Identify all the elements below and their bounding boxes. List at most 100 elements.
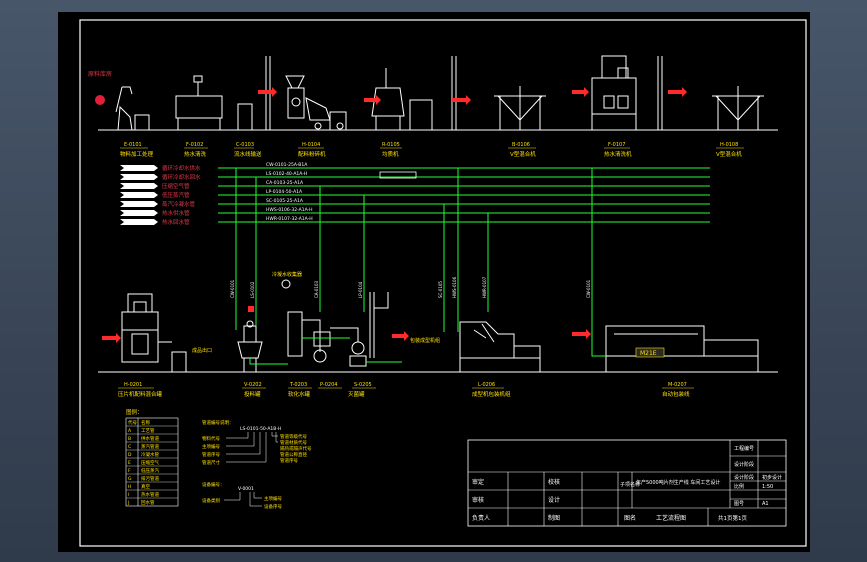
- svg-text:成型机包装机组: 成型机包装机组: [472, 390, 511, 398]
- equipment-number-note: 设备编号： V-0001 设备类别 主项编号 设备序号: [202, 481, 282, 510]
- svg-text:校核: 校核: [548, 478, 560, 486]
- svg-text:热水管道: 热水管道: [141, 491, 159, 498]
- svg-text:审定: 审定: [472, 478, 484, 486]
- svg-text:循环冷却水供水: 循环冷却水供水: [162, 164, 201, 172]
- svg-text:均质机: 均质机: [382, 150, 399, 158]
- svg-text:LP-0104: LP-0104: [358, 281, 363, 298]
- svg-text:共1页第1页: 共1页第1页: [718, 514, 747, 522]
- legend-title: 图例：: [126, 408, 143, 416]
- svg-text:F-0107: F-0107: [608, 142, 625, 148]
- svg-text:流水线输送: 流水线输送: [234, 150, 262, 158]
- svg-text:自动包装线: 自动包装线: [662, 390, 690, 398]
- svg-text:CW-0101: CW-0101: [586, 279, 591, 298]
- svg-text:压缩空气管: 压缩空气管: [162, 182, 190, 190]
- water-tank: [287, 311, 303, 357]
- svg-text:H-0104: H-0104: [302, 142, 320, 148]
- svg-text:B: B: [128, 436, 131, 442]
- svg-text:CW-0101-25A-B1A: CW-0101-25A-B1A: [266, 162, 308, 168]
- drawing-border: [79, 19, 807, 547]
- svg-text:CW-0101: CW-0101: [230, 279, 235, 298]
- svg-text:H: H: [128, 484, 131, 490]
- dosing-tank: [243, 325, 257, 343]
- svg-text:图号: 图号: [734, 501, 744, 507]
- svg-text:B-0106: B-0106: [512, 142, 530, 148]
- svg-text:主项编号: 主项编号: [202, 443, 220, 450]
- svg-text:低压蒸汽: 低压蒸汽: [141, 467, 159, 474]
- svg-text:软化水罐: 软化水罐: [288, 390, 311, 398]
- svg-text:年产5000吨片剂生产线 车间工艺设计: 年产5000吨片剂生产线 车间工艺设计: [636, 479, 720, 486]
- svg-text:HWS-0106: HWS-0106: [452, 276, 457, 298]
- warehouse-label: 原料库房: [88, 70, 112, 78]
- svg-text:管道材质代号: 管道材质代号: [280, 439, 307, 446]
- svg-text:C-0103: C-0103: [236, 142, 254, 148]
- pressure-gauge: [281, 279, 291, 289]
- svg-text:热水清洗: 热水清洗: [184, 150, 207, 158]
- packing-label: 包装成型机组: [410, 337, 440, 344]
- svg-text:LP-0104-50-A1A: LP-0104-50-A1A: [266, 189, 303, 195]
- svg-text:H-0201: H-0201: [124, 382, 142, 388]
- unloading-hopper: [115, 86, 133, 113]
- svg-text:管道等级代号: 管道等级代号: [280, 433, 307, 440]
- crusher-hopper: [285, 75, 305, 89]
- bottom-flow-arrows: [102, 329, 591, 343]
- svg-text:工艺流程图: 工艺流程图: [656, 514, 686, 522]
- svg-text:蒸汽管道: 蒸汽管道: [141, 443, 159, 450]
- svg-text:G: G: [128, 476, 132, 482]
- svg-text:管道序号: 管道序号: [202, 451, 220, 458]
- svg-text:审核: 审核: [472, 496, 484, 504]
- machine-badge: M21E: [640, 350, 657, 357]
- svg-text:热水清洗机: 热水清洗机: [604, 150, 632, 158]
- svg-text:设计阶段: 设计阶段: [734, 461, 754, 468]
- svg-text:配料粉碎机: 配料粉碎机: [298, 150, 326, 158]
- svg-text:L-0206: L-0206: [478, 382, 495, 388]
- svg-text:E-0101: E-0101: [124, 142, 142, 148]
- svg-text:J: J: [127, 500, 129, 506]
- svg-text:F: F: [128, 468, 131, 474]
- svg-text:比例: 比例: [734, 483, 744, 490]
- pipe-number-note: 管道编号说明： LS-0101-50-A1B-H 物料代号 主项编号 管道序号 …: [202, 419, 312, 466]
- cad-viewport[interactable]: 原料库房 E-0101 F-0102 C-0103 H-0104 R-0105 …: [0, 0, 867, 562]
- svg-text:图名: 图名: [624, 514, 636, 522]
- svg-text:代号: 代号: [128, 419, 137, 426]
- svg-text:1:50: 1:50: [762, 484, 773, 490]
- svg-text:P-0204: P-0204: [320, 382, 337, 388]
- svg-text:投料罐: 投料罐: [244, 390, 261, 398]
- svg-text:V型混合机: V型混合机: [716, 150, 742, 158]
- bottom-codes: H-0201 V-0202 T-0203 P-0204 S-0205 L-020…: [124, 382, 687, 388]
- svg-text:D: D: [128, 452, 132, 458]
- svg-text:LS-0102-40-A1A-H: LS-0102-40-A1A-H: [266, 171, 307, 177]
- drawing-sheet: 原料库房 E-0101 F-0102 C-0103 H-0104 R-0105 …: [58, 12, 810, 552]
- svg-text:SC-0105-25-A1A: SC-0105-25-A1A: [266, 198, 304, 204]
- svg-text:灭菌罐: 灭菌罐: [348, 390, 365, 398]
- svg-text:LS-0101-50-A1B-H: LS-0101-50-A1B-H: [240, 426, 281, 432]
- svg-text:SC-0105: SC-0105: [438, 281, 443, 298]
- packing-machine: [459, 321, 515, 359]
- svg-text:HWR-0107: HWR-0107: [482, 276, 487, 298]
- svg-text:HWR-0107-32-A1A-H: HWR-0107-32-A1A-H: [266, 216, 313, 222]
- svg-text:V-0001: V-0001: [238, 486, 254, 492]
- svg-text:V型混合机: V型混合机: [510, 150, 536, 158]
- process-flow-diagram: 原料库房 E-0101 F-0102 C-0103 H-0104 R-0105 …: [79, 19, 807, 547]
- svg-text:排污管道: 排污管道: [141, 475, 159, 482]
- svg-text:V-0202: V-0202: [244, 382, 262, 388]
- title-block: 审定 校核 审核 设计 负责人 制图 子项名称 年产5000吨片剂生产线 车间工…: [467, 439, 787, 527]
- svg-text:物料加工处理: 物料加工处理: [120, 150, 154, 158]
- svg-text:蒸汽冷凝水管: 蒸汽冷凝水管: [162, 200, 196, 208]
- svg-text:管道编号说明：: 管道编号说明：: [202, 419, 234, 426]
- svg-text:CA-0103: CA-0103: [314, 280, 319, 298]
- svg-text:设备序号: 设备序号: [264, 503, 282, 510]
- svg-text:T-0203: T-0203: [289, 382, 307, 388]
- svg-text:管道序号: 管道序号: [280, 457, 298, 464]
- svg-text:制图: 制图: [548, 514, 560, 522]
- worktable: [175, 95, 223, 119]
- svg-text:LS-0102: LS-0102: [250, 281, 255, 298]
- svg-text:工程编号: 工程编号: [734, 445, 754, 452]
- svg-text:A: A: [128, 428, 132, 434]
- svg-text:管道公称直径: 管道公称直径: [280, 451, 307, 458]
- svg-text:循环冷却水回水: 循环冷却水回水: [162, 173, 201, 181]
- svg-text:设备编号：: 设备编号：: [202, 481, 225, 488]
- control-valve: [248, 306, 254, 312]
- svg-text:负责人: 负责人: [472, 514, 490, 522]
- warehouse-marker: [95, 95, 105, 105]
- svg-text:设计阶段: 设计阶段: [734, 474, 754, 481]
